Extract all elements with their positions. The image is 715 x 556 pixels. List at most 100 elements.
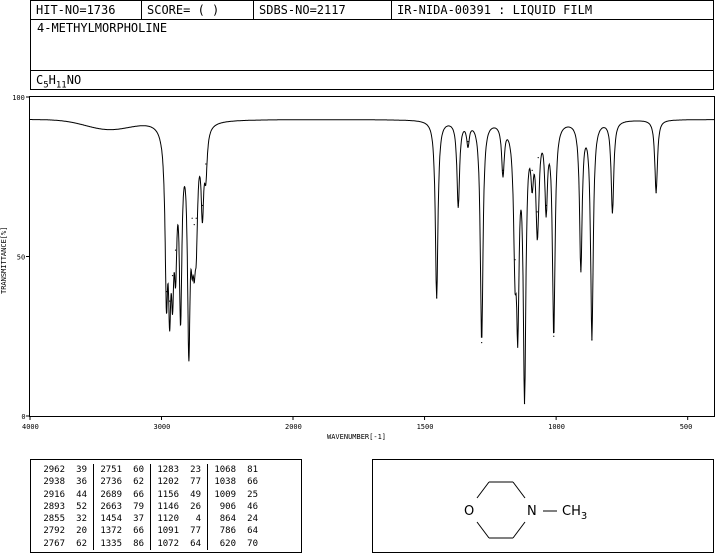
peak-point <box>502 169 504 171</box>
y-tick-label: 100 <box>12 94 25 102</box>
peak-transmittance: 23 <box>179 464 208 477</box>
x-tick-label: 1500 <box>417 423 434 431</box>
peak-wavenumber: 1146 <box>157 501 179 512</box>
peak-wavenumber: 1009 <box>214 489 236 500</box>
x-tick-label: 2000 <box>285 423 302 431</box>
peak-table-row: 2792 20 1372 66 1091 77 786 64 <box>37 525 264 538</box>
peak-point <box>165 290 168 293</box>
peak-table-row: 2893 52 2663 79 1146 26 906 46 <box>37 500 264 514</box>
peak-transmittance: 37 <box>122 513 151 526</box>
peak-point <box>457 204 459 207</box>
peak-transmittance: 52 <box>65 500 94 514</box>
peak-table-row: 2938 36 2736 62 1202 77 1038 66 <box>37 476 264 489</box>
peak-wavenumber: 1454 <box>100 514 122 525</box>
spectrum-line <box>30 119 714 405</box>
peak-wavenumber: 786 <box>219 526 236 537</box>
peak-point <box>591 338 593 341</box>
y-tick-label: 0 <box>21 413 25 421</box>
peak-point <box>553 335 555 337</box>
peak-wavenumber: 1283 <box>157 465 179 475</box>
peak-table-row: 2962 39 2751 60 1283 23 1068 81 <box>37 464 264 477</box>
y-axis-label: TRANSMITTANCE[%] <box>0 227 8 294</box>
x-tick-label: 1000 <box>548 423 565 431</box>
peak-table-row: 2855 32 1454 37 1120 4 864 24 <box>37 513 264 526</box>
ir-spectrum-chart: 100500 4000 3000 2000 1500 1000 500 TRANSMITT… <box>0 94 715 441</box>
ir-identifier: IR-NIDA-00391 : LIQUID FILM <box>397 3 593 17</box>
peak-wavenumber: 2855 <box>43 514 65 525</box>
methyl-group: CH3 <box>562 504 587 522</box>
peak-point <box>523 402 526 404</box>
peak-transmittance: 77 <box>179 476 208 489</box>
peak-wavenumber: 1156 <box>157 489 179 500</box>
peak-point <box>611 211 614 213</box>
peak-transmittance: 44 <box>65 488 94 501</box>
peak-wavenumber: 620 <box>219 538 236 549</box>
peak-point <box>436 297 438 299</box>
peak-wavenumber: 2916 <box>43 489 65 500</box>
x-tick-label: 500 <box>680 423 693 431</box>
peak-transmittance: 4 <box>179 513 208 526</box>
peak-point <box>193 224 195 226</box>
peak-wavenumber: 2962 <box>43 465 65 475</box>
molecular-formula: C5H11NO <box>36 73 82 91</box>
peak-wavenumber: 2893 <box>43 501 65 512</box>
peak-point <box>545 204 547 207</box>
plot-frame <box>29 96 715 417</box>
peak-point <box>191 217 193 219</box>
peak-wavenumber: 2663 <box>100 501 122 512</box>
peak-transmittance: 32 <box>65 513 94 526</box>
morpholine-ring <box>476 481 557 539</box>
oxygen-atom: O <box>464 504 474 519</box>
y-tick-label: 50 <box>17 254 25 262</box>
peak-point <box>536 211 538 213</box>
y-axis: 100 50 0 <box>12 94 30 421</box>
peak-transmittance: 77 <box>179 525 208 538</box>
peak-transmittance: 39 <box>65 464 94 477</box>
peak-point <box>201 204 203 207</box>
sdbs-number: SDBS-NO=2117 <box>254 1 392 19</box>
peak-wavenumber: 2689 <box>100 489 122 500</box>
header-row: HIT-NO=1736 SCORE= ( ) SDBS-NO=2117 IR-N… <box>31 1 713 20</box>
peak-transmittance: 62 <box>122 476 151 489</box>
peak-point <box>171 275 174 277</box>
peak-point <box>481 342 483 344</box>
peak-wavenumber: 1072 <box>157 538 179 549</box>
nitrogen-atom: N <box>527 504 537 519</box>
peak-wavenumber: 1091 <box>157 526 179 537</box>
x-tick-label: 4000 <box>22 423 39 431</box>
peak-transmittance: 70 <box>247 538 258 549</box>
x-axis: 4000 3000 2000 1500 1000 500 <box>22 416 692 431</box>
peak-transmittance: 46 <box>247 501 258 512</box>
peak-point <box>517 332 519 334</box>
peak-point <box>195 217 197 219</box>
peak-transmittance: 66 <box>122 488 151 501</box>
peak-point <box>467 141 469 143</box>
peak-wavenumber: 2792 <box>43 526 65 537</box>
peak-table: 2962 39 2751 60 1283 23 1068 81 2938 36 2736 62 1202… <box>30 459 302 553</box>
peak-wavenumber: 2751 <box>100 465 122 475</box>
peak-point <box>580 268 582 270</box>
peak-transmittance: 64 <box>179 537 208 551</box>
peak-transmittance: 60 <box>122 464 151 477</box>
peak-transmittance: 79 <box>122 500 151 514</box>
peak-point <box>537 157 539 159</box>
peak-point <box>655 192 657 194</box>
peak-wavenumber: 2736 <box>100 477 122 488</box>
peak-table-grid: 2962 39 2751 60 1283 23 1068 81 2938 36 2736 62 1202… <box>37 464 264 551</box>
peak-wavenumber: 1120 <box>157 514 179 525</box>
spectrum-header: HIT-NO=1736 SCORE= ( ) SDBS-NO=2117 IR-N… <box>30 0 714 90</box>
hit-number: HIT-NO=1736 <box>31 1 142 19</box>
molecule-structure: O N CH3 <box>464 481 587 539</box>
peak-table-row: 2767 62 1335 86 1072 64 620 70 <box>37 537 264 551</box>
peak-wavenumber: 2767 <box>43 538 65 549</box>
peak-wavenumber: 2938 <box>43 477 65 488</box>
peak-transmittance: 66 <box>247 477 258 488</box>
peak-transmittance: 64 <box>247 526 258 537</box>
peak-transmittance: 25 <box>247 489 258 500</box>
peak-point <box>174 249 177 251</box>
peak-wavenumber: 1068 <box>214 465 236 475</box>
peak-transmittance: 86 <box>122 537 151 551</box>
formula-row: C5H11NO <box>31 70 713 91</box>
peak-wavenumber: 1335 <box>100 538 122 549</box>
peak-transmittance: 26 <box>179 500 208 514</box>
